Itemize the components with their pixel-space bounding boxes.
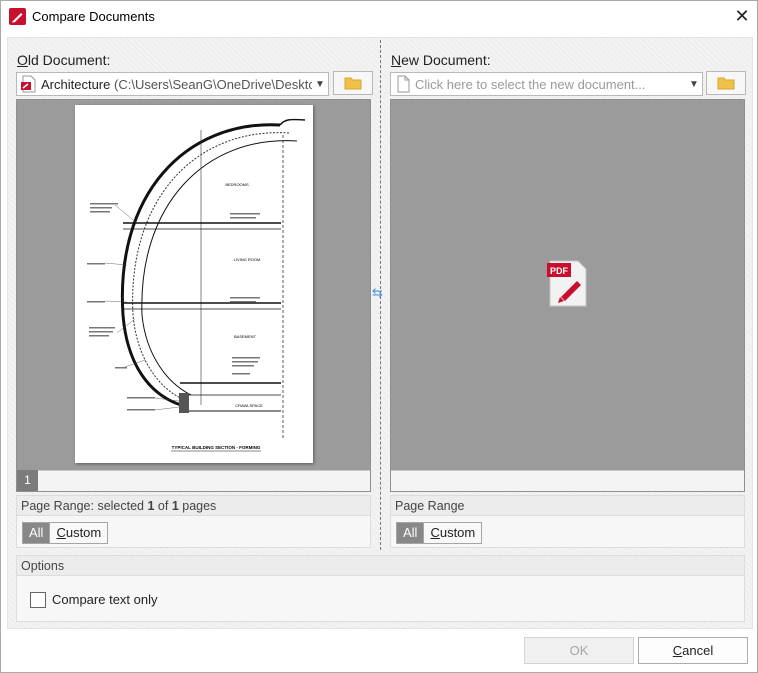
room-label-bedrooms: BEDROOMS [225,182,249,187]
new-custom-pages-button[interactable]: Custom [423,523,482,543]
drawing-section-title: TYPICAL BUILDING SECTION - FORMING [172,445,261,450]
compare-text-only-label[interactable]: Compare text only [52,592,158,607]
old-document-name: Architecture [41,76,111,92]
cancel-button[interactable]: Cancel [638,637,748,664]
new-browse-button[interactable] [706,71,746,95]
new-document-label: New Document: [391,52,491,68]
room-label-crawlspace: CRAWLSPACE [235,403,263,408]
new-page-range-label: Page Range [391,496,744,516]
old-page-range-toggle: All Custom [22,522,109,544]
old-document-select[interactable]: Architecture (C:\Users\SeanG\OneDrive\De… [16,72,329,96]
chevron-down-icon: ▼ [315,78,325,90]
old-document-path: (C:\Users\SeanG\OneDrive\Desktop\W [114,76,312,92]
blank-file-icon [397,75,410,93]
ok-button[interactable]: OK [524,637,634,664]
window-title: Compare Documents [32,9,155,24]
title-bar: Compare Documents ✕ [1,1,757,32]
page-number-badge[interactable]: 1 [17,470,38,491]
old-document-page-thumbnail: BEDROOMS LIVING ROOM BASEMENT CRAWLSPACE [75,105,313,463]
options-header: Options [17,556,744,576]
old-custom-pages-button[interactable]: Custom [49,523,108,543]
new-document-placeholder: Click here to select the new document... [415,76,646,92]
options-group: Options Compare text only [16,555,745,622]
compare-text-only-checkbox[interactable] [30,592,46,608]
new-all-pages-button[interactable]: All [397,523,424,543]
old-document-label: Old Document: [17,52,111,68]
room-label-living-room: LIVING ROOM [234,257,261,262]
pdf-placeholder-icon: PDF [547,260,587,307]
dialog-body: Old Document: Architecture (C:\Users\Sea… [7,37,753,629]
old-page-range-label: Page Range: selected 1 of 1 pages [17,496,370,516]
folder-icon [717,77,735,90]
old-page-range-group: Page Range: selected 1 of 1 pages All Cu… [16,495,371,548]
pdf-file-icon [21,75,36,93]
old-document-preview: BEDROOMS LIVING ROOM BASEMENT CRAWLSPACE [16,99,371,492]
old-all-pages-button[interactable]: All [23,523,50,543]
new-document-select[interactable]: Click here to select the new document...… [390,72,703,96]
old-browse-button[interactable] [333,71,373,95]
compare-documents-dialog: Compare Documents ✕ Old Document: Archit… [0,0,758,673]
folder-icon [344,77,362,90]
new-document-preview: PDF [390,99,745,492]
room-label-basement: BASEMENT [234,334,257,339]
pdf-icon-label: PDF [550,266,569,276]
app-logo-icon [9,8,26,25]
swap-documents-icon[interactable]: ⇆ [372,286,388,299]
new-page-range-group: Page Range All Custom [390,495,745,548]
architecture-drawing: BEDROOMS LIVING ROOM BASEMENT CRAWLSPACE [87,118,306,452]
chevron-down-icon: ▼ [689,78,699,90]
new-page-range-toggle: All Custom [396,522,483,544]
close-button[interactable]: ✕ [729,5,755,27]
